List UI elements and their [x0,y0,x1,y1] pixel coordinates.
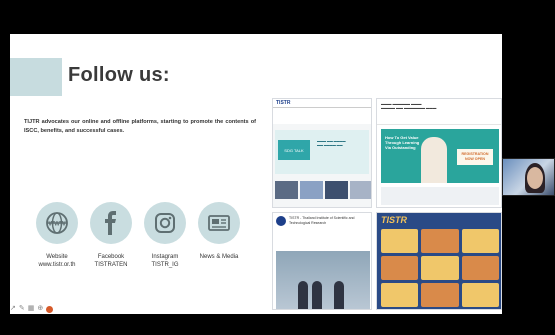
zoom-icon[interactable]: ⊕ [37,303,43,315]
facebook-post-screenshot: ▬▬▬ ▬▬▬▬▬ ▬▬▬ ▬▬▬▬ ▬▬ ▬▬▬▬▬▬ ▬▬▬ How To G… [376,98,502,208]
social-handle: www.tistr.or.th [38,262,76,268]
post-header: ▬▬▬ ▬▬▬▬▬ ▬▬▬ ▬▬▬▬ ▬▬ ▬▬▬▬▬▬ ▬▬▬ [377,99,501,125]
instagram-icon [144,202,186,244]
grid-icon[interactable]: ▦ [28,303,35,315]
facebook-icon [90,202,132,244]
news-caption: TISTR - Thailand Institute of Scientific… [289,216,355,225]
registration-tag: REGISTRATION NOW OPEN [457,149,493,165]
post-footer [381,187,499,205]
sdg-talk-banner: SDG TALK [278,140,310,160]
presentation-toolbar: ↗ ✎ ▦ ⊕ [10,303,54,315]
social-name: Facebook [97,254,125,260]
instagram-poster-screenshot: TISTR [376,212,502,310]
social-handle: TISTR_IG [151,262,179,268]
participant-face [527,167,543,189]
participant-video-thumbnail[interactable] [502,158,555,196]
presentation-slide: Follow us: TIJTR advocates our online an… [10,34,502,314]
social-instagram[interactable]: Instagram TISTR_IG [140,202,190,269]
arrow-icon[interactable]: ↗ [10,303,16,315]
poster-heading: TISTR [381,215,407,225]
social-handle: TISTRATEN [94,262,128,268]
news-post-screenshot: TISTR - Thailand Institute of Scientific… [272,212,372,310]
event-banner: How To Get Value Through Learning Via Ou… [381,129,499,183]
social-facebook[interactable]: Facebook TISTRATEN [86,202,136,269]
slide-body-text: TIJTR advocates our online and offline p… [24,119,256,134]
thumbnail-row [275,181,371,199]
website-banner-text: ▬▬▬ ▬▬ ▬▬▬▬ ▬▬ ▬▬▬▬ ▬▬ [317,139,346,147]
social-name: Website [46,254,68,260]
news-icon [198,202,240,244]
social-name: News & Media [199,254,239,260]
banner-person-image [421,137,447,183]
title-accent [10,58,62,96]
globe-icon: WWW [36,202,78,244]
banner-title: How To Get Value Through Learning Via Ou… [385,135,420,150]
social-website[interactable]: WWW Website www.tistr.or.th [32,202,82,269]
social-name: Instagram [151,254,179,260]
more-icon[interactable] [46,305,54,313]
poster-cards [381,229,499,307]
svg-text:WWW: WWW [49,222,66,228]
slide-title: Follow us: [68,64,170,86]
avatar [276,216,286,226]
pen-icon[interactable]: ✎ [19,303,25,315]
tistr-logo: TISTR [276,100,291,106]
screenshot-collage: TISTR SDG TALK ▬▬▬ ▬▬ ▬▬▬▬ ▬▬ ▬▬▬▬ ▬▬ ▬▬▬… [272,98,502,310]
social-news-media[interactable]: News & Media [194,202,244,261]
group-photo [276,251,370,309]
website-screenshot: TISTR SDG TALK ▬▬▬ ▬▬ ▬▬▬▬ ▬▬ ▬▬▬▬ ▬▬ [272,98,372,208]
